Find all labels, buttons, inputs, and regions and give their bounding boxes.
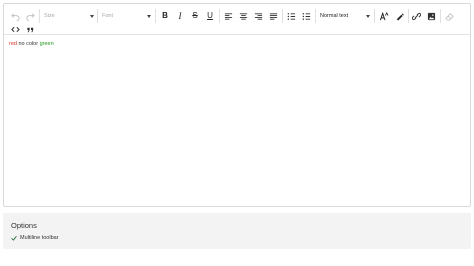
chevron-down-icon: [90, 14, 94, 18]
italic-button[interactable]: I: [173, 9, 187, 23]
undo-button[interactable]: [8, 9, 22, 23]
text-color-icon: [379, 11, 388, 20]
align-right-icon: [254, 12, 262, 20]
ordered-list-button[interactable]: [284, 9, 298, 23]
bold-button[interactable]: B: [158, 9, 172, 23]
chevron-down-icon: [366, 14, 370, 18]
options-title: Options: [11, 221, 37, 230]
chevron-down-icon: [147, 14, 151, 18]
align-center-icon: [239, 12, 247, 20]
link-icon: [411, 12, 421, 20]
align-center-button[interactable]: [236, 9, 250, 23]
font-size-dropdown[interactable]: Size: [44, 9, 94, 23]
unordered-list-button[interactable]: [299, 9, 313, 23]
ordered-list-icon: [287, 12, 295, 20]
block-type-dropdown[interactable]: Normal text: [320, 9, 370, 23]
toolbar-divider: [155, 9, 156, 23]
toolbar-divider: [374, 9, 375, 23]
plain-text-span: no color: [16, 41, 40, 47]
undo-icon: [10, 12, 20, 21]
link-button[interactable]: [409, 9, 423, 23]
strikethrough-button[interactable]: S: [188, 9, 202, 23]
underline-button[interactable]: U: [203, 9, 217, 23]
image-button[interactable]: [424, 9, 438, 23]
bold-icon: B: [162, 11, 168, 20]
align-right-button[interactable]: [251, 9, 265, 23]
align-justify-button[interactable]: [266, 9, 280, 23]
multiline-toolbar-option[interactable]: Multiline toolbar: [11, 234, 59, 242]
italic-icon: I: [178, 10, 182, 21]
toolbar-divider: [282, 9, 283, 23]
highlight-button[interactable]: [392, 9, 406, 23]
blockquote-button[interactable]: [23, 22, 37, 36]
quote-icon: [26, 27, 33, 32]
align-left-icon: [224, 12, 232, 20]
clear-format-button[interactable]: [442, 9, 456, 23]
toolbar-divider: [315, 9, 316, 23]
strikethrough-icon: S: [192, 11, 198, 20]
code-icon: [10, 26, 20, 32]
editor-toolbar: Size Font B I S U Normal text: [4, 4, 470, 35]
toolbar-divider: [39, 9, 40, 23]
options-panel: Options Multiline toolbar: [3, 213, 471, 249]
code-button[interactable]: [8, 22, 22, 36]
toolbar-row-2: [4, 22, 64, 36]
font-size-label: Size: [44, 13, 55, 19]
highlight-pen-icon: [396, 13, 404, 21]
clear-format-icon: [444, 12, 454, 21]
multiline-toolbar-label: Multiline toolbar: [20, 235, 59, 241]
align-left-button[interactable]: [221, 9, 235, 23]
editor-content[interactable]: red no color green: [9, 40, 465, 200]
redo-button[interactable]: [23, 9, 37, 23]
rich-text-editor: Size Font B I S U Normal text red no col…: [3, 3, 471, 207]
checkmark-icon[interactable]: [11, 235, 17, 241]
underline-icon: U: [207, 11, 213, 20]
text-color-button[interactable]: [377, 9, 391, 23]
toolbar-divider: [97, 9, 98, 23]
unordered-list-icon: [302, 12, 310, 20]
toolbar-divider: [219, 9, 220, 23]
toolbar-divider: [440, 9, 441, 23]
toolbar-row-1: Size Font B I S U Normal text: [4, 9, 470, 23]
redo-icon: [25, 12, 35, 21]
align-justify-icon: [269, 12, 277, 20]
block-type-label: Normal text: [320, 13, 349, 19]
red-text-span: red: [9, 41, 17, 47]
font-family-dropdown[interactable]: Font: [102, 9, 151, 23]
font-family-label: Font: [102, 13, 114, 19]
image-icon: [427, 12, 435, 20]
green-text-span: green: [39, 41, 54, 47]
